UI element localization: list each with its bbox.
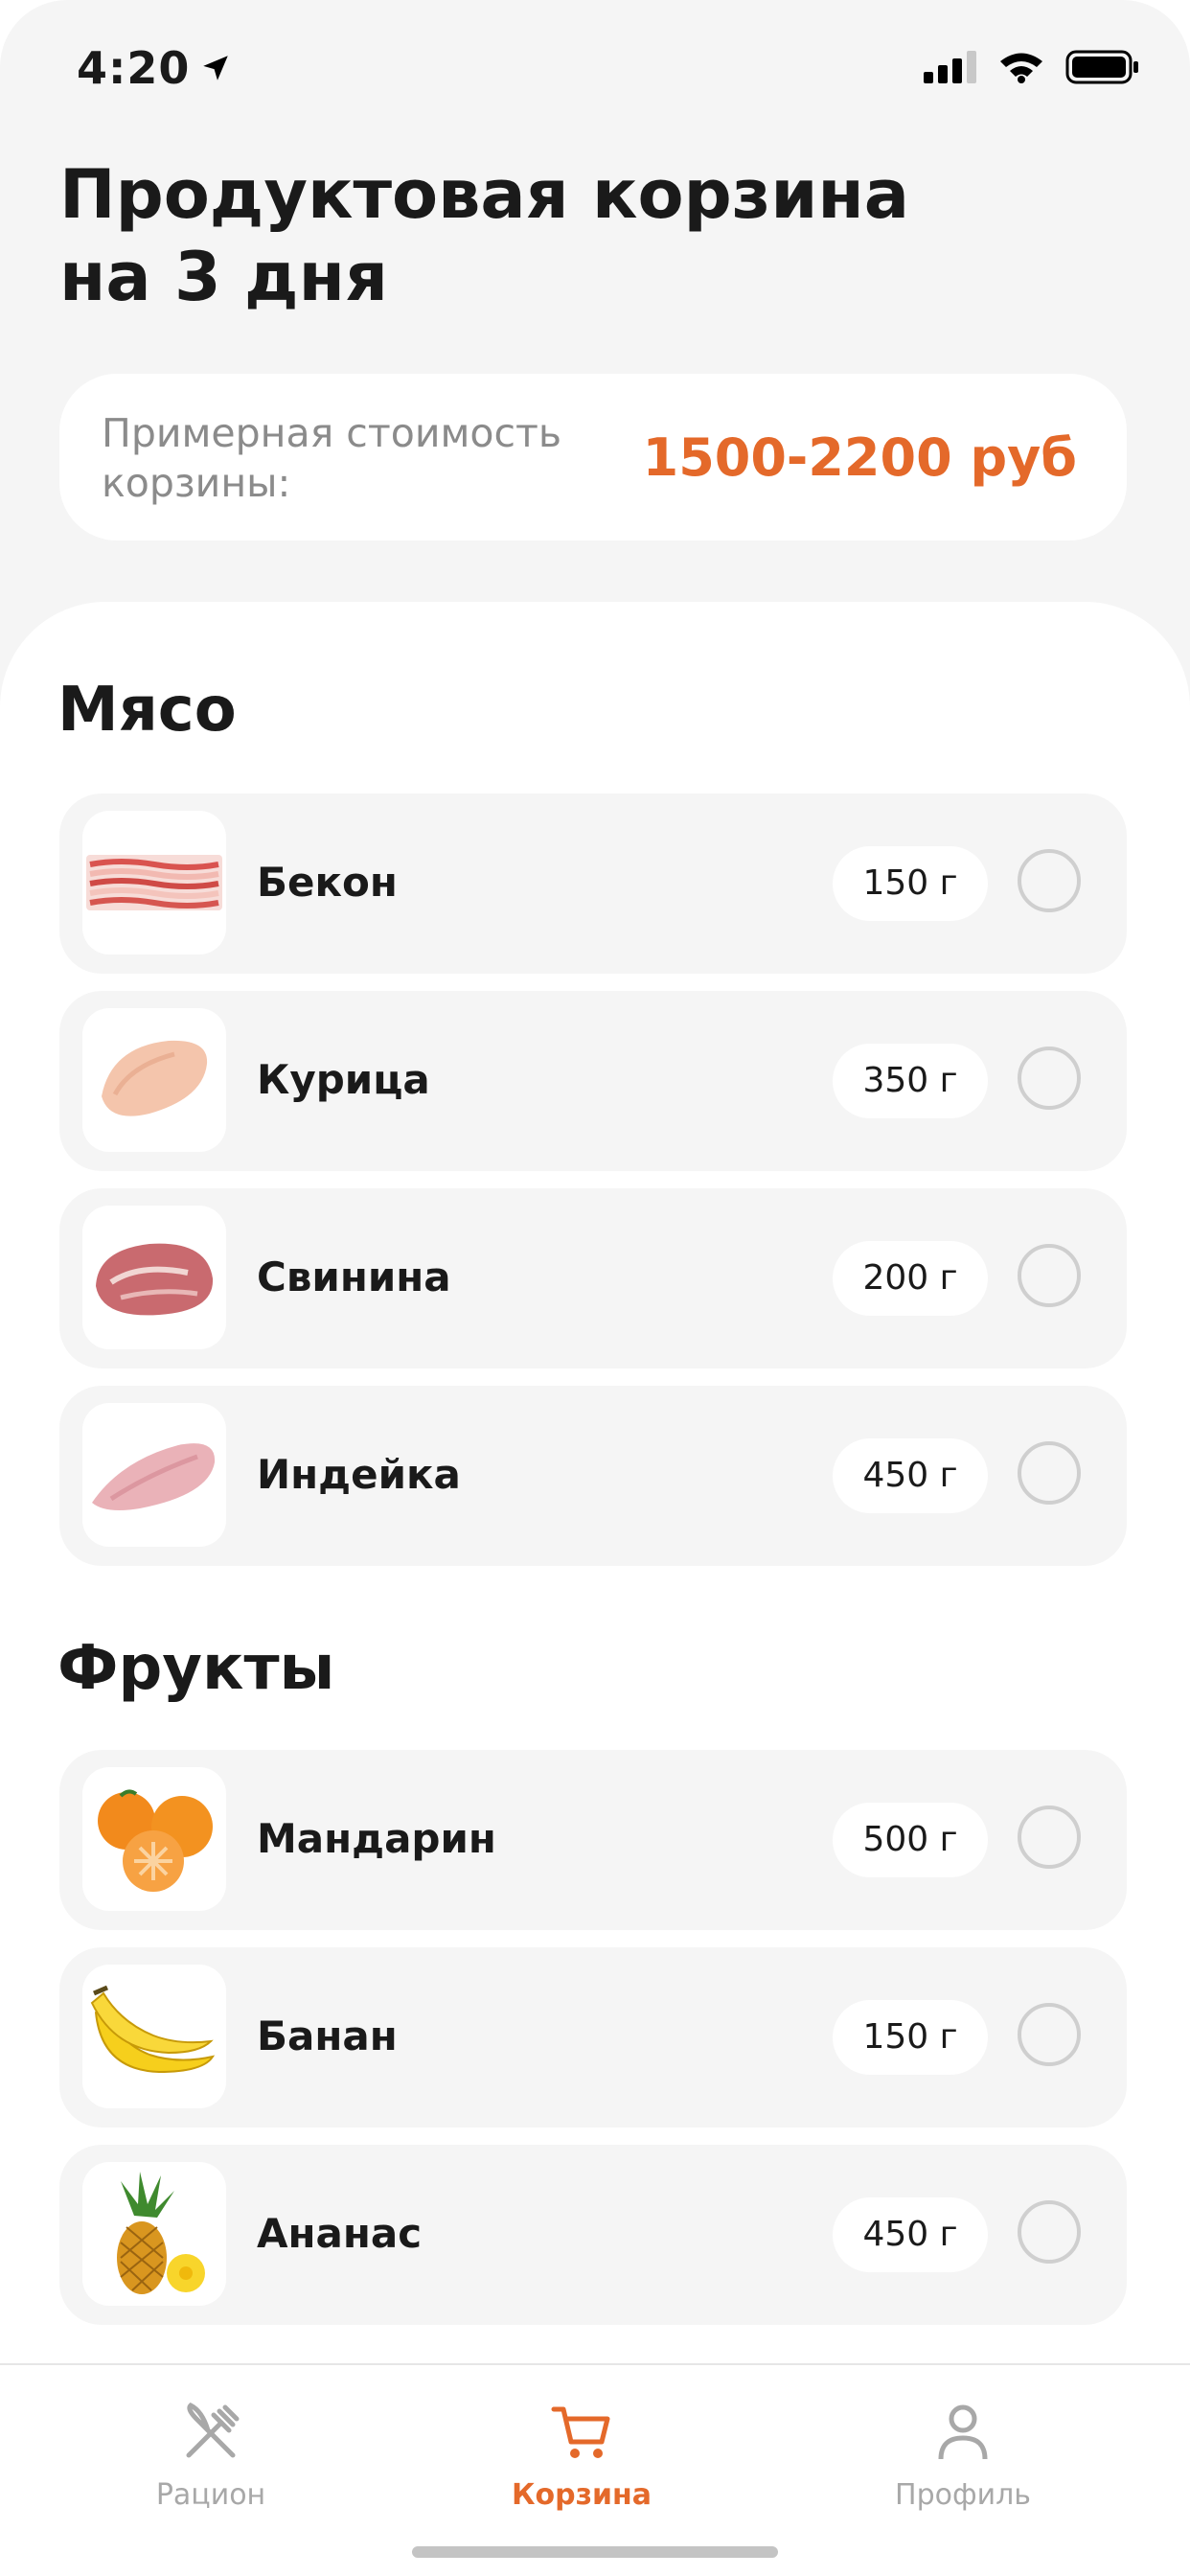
item-name: Индейка [257,1451,461,1498]
item-name: Мандарин [257,1815,496,1862]
check-circle[interactable] [1018,849,1081,912]
check-circle[interactable] [1018,2200,1081,2264]
fork-knife-icon [186,2402,240,2458]
qty-badge: 450 г [833,2197,988,2272]
tab-ration[interactable]: Рацион [86,2402,335,2512]
section-title-fruits: Фрукты [57,1633,335,1704]
battery-icon [1065,50,1138,84]
list-item[interactable]: Свинина 200 г [59,1188,1127,1368]
list-item[interactable]: Банан 150 г [59,1947,1127,2128]
check-circle[interactable] [1018,1244,1081,1307]
wifi-icon [1000,53,1042,83]
tab-label: Корзина [511,2478,652,2512]
qty-badge: 150 г [833,846,988,921]
tab-bar: Рацион Корзина Профиль [0,2363,1190,2576]
check-circle[interactable] [1018,2003,1081,2066]
item-name: Курица [257,1056,430,1103]
content-sheet: Мясо Бекон 150 г Курица 350 г Свинина 20… [0,602,1190,2576]
item-name: Свинина [257,1254,451,1300]
person-icon [938,2404,988,2460]
cost-card: Примерная стоимость корзины: 1500-2200 р… [59,374,1127,540]
status-bar-time: 4:20 [77,42,232,94]
list-item[interactable]: Мандарин 500 г [59,1750,1127,1930]
status-time-text: 4:20 [77,42,191,94]
check-circle[interactable] [1018,1441,1081,1505]
list-item[interactable]: Индейка 450 г [59,1386,1127,1566]
tab-cart[interactable]: Корзина [457,2402,706,2512]
location-arrow-icon [203,56,229,80]
list-item[interactable]: Ананас 450 г [59,2145,1127,2325]
cellular-signal-icon [924,51,976,83]
qty-badge: 500 г [833,1803,988,1877]
cart-icon [551,2406,610,2458]
turkey-image [82,1403,226,1547]
item-name: Бекон [257,859,398,906]
pork-image [82,1206,226,1349]
chicken-image [82,1008,226,1152]
item-name: Банан [257,2012,398,2059]
check-circle[interactable] [1018,1806,1081,1869]
tab-profile[interactable]: Профиль [838,2402,1087,2512]
qty-badge: 450 г [833,1438,988,1513]
section-title-meat: Мясо [57,675,237,746]
app-screen: 4:20 Продуктовая корзина на 3 дня Пример… [0,0,1190,2576]
list-item[interactable]: Бекон 150 г [59,794,1127,974]
tab-label: Профиль [895,2478,1031,2512]
qty-badge: 200 г [833,1241,988,1316]
tab-label: Рацион [155,2478,266,2512]
cost-label: Примерная стоимость корзины: [102,410,562,506]
bacon-image [82,811,226,954]
status-bar-indicators [924,50,1140,84]
pineapple-image [82,2162,226,2306]
list-item[interactable]: Курица 350 г [59,991,1127,1171]
page-title: Продуктовая корзина на 3 дня [59,155,909,316]
cost-value: 1500-2200 руб [642,427,1077,488]
qty-badge: 150 г [833,2000,988,2075]
tangerine-image [82,1767,226,1911]
qty-badge: 350 г [833,1044,988,1118]
banana-image [82,1965,226,2108]
check-circle[interactable] [1018,1046,1081,1110]
home-indicator [412,2546,778,2558]
item-name: Ананас [257,2210,423,2257]
